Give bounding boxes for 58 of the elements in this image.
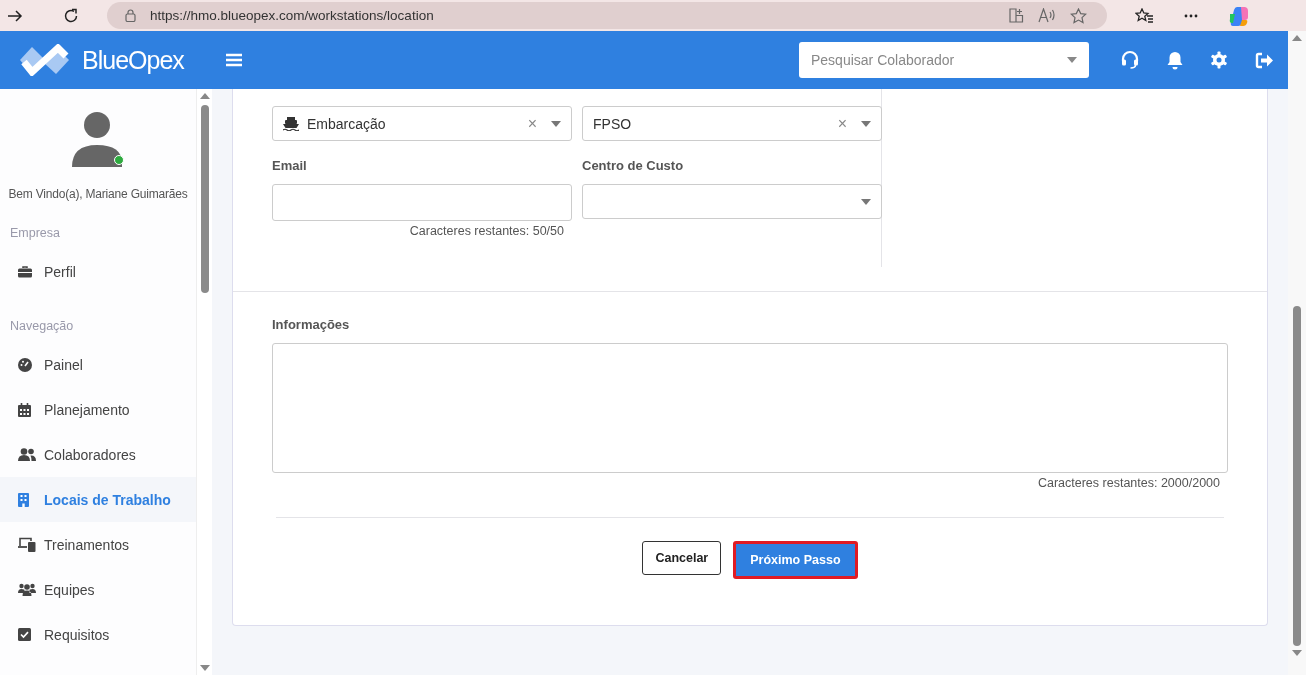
ship-icon: [283, 116, 299, 131]
check-logo-icon: [18, 44, 70, 76]
users-icon: [18, 448, 36, 461]
greeting-text: Bem Vindo(a), Mariane Guimarães: [7, 187, 189, 201]
sidebar-item[interactable]: Locais de Trabalho: [0, 477, 197, 522]
select-field[interactable]: Embarcação ×: [272, 106, 572, 141]
field-label: Email: [272, 158, 308, 173]
caret-icon: [1067, 57, 1077, 63]
read-aloud-icon[interactable]: [1038, 8, 1056, 23]
url-text: https://hmo.blueopex.com/workstations/location: [150, 8, 434, 23]
field-label: Informações: [272, 317, 351, 332]
sidebar-scrollbar[interactable]: [196, 89, 212, 675]
clear-button[interactable]: ×: [837, 114, 847, 133]
next-step-button[interactable]: Próximo Passo: [733, 541, 858, 579]
building-icon: [18, 492, 29, 507]
character-counter: Caracteres restantes: 2000/2000: [1036, 476, 1221, 490]
menu-icon[interactable]: [225, 53, 242, 67]
section-heading: Navegação: [9, 318, 75, 335]
reload-icon[interactable]: [63, 7, 79, 24]
grid-plus-icon[interactable]: [1009, 8, 1024, 23]
clear-button[interactable]: ×: [527, 114, 537, 133]
sidebar-item[interactable]: Perfil: [0, 249, 197, 294]
page-scrollbar[interactable]: [1288, 31, 1306, 675]
field-label: Centro de Custo: [582, 158, 685, 173]
favorites-icon[interactable]: [1135, 7, 1154, 24]
settings-icon[interactable]: [1210, 51, 1228, 69]
caret-icon: [861, 198, 871, 205]
headset-icon[interactable]: [1120, 50, 1140, 70]
lock-icon: [125, 9, 136, 22]
caret-icon: [551, 120, 561, 127]
caret-icon: [861, 120, 871, 127]
bell-icon[interactable]: [1167, 50, 1183, 70]
sidebar-item[interactable]: Requisitos: [0, 612, 197, 657]
brand-name: BlueOpex: [82, 45, 184, 75]
section-heading: Empresa: [9, 225, 62, 242]
checkbox-icon: [18, 628, 31, 641]
calendar-icon: [18, 402, 31, 417]
sidebar-item[interactable]: Colaboradores: [0, 432, 197, 477]
sidebar-item[interactable]: Painel: [0, 342, 197, 387]
logout-icon[interactable]: [1255, 51, 1274, 69]
search-field[interactable]: Pesquisar Colaborador: [799, 42, 1089, 78]
sidebar-item[interactable]: Planejamento: [0, 387, 197, 432]
address-bar[interactable]: https://hmo.blueopex.com/workstations/location: [107, 2, 1107, 29]
select-field[interactable]: FPSO ×: [582, 106, 882, 141]
star-icon[interactable]: [1070, 7, 1087, 24]
group-icon: [18, 583, 36, 596]
more-icon[interactable]: [1184, 13, 1198, 18]
devices-icon: [18, 537, 36, 552]
character-counter: Caracteres restantes: 50/50: [408, 224, 565, 238]
cancel-button[interactable]: Cancelar: [642, 541, 722, 575]
copilot-icon[interactable]: [1228, 4, 1250, 27]
back-icon[interactable]: [7, 8, 23, 23]
sidebar-item[interactable]: Equipes: [0, 567, 197, 612]
email-field[interactable]: [272, 184, 572, 221]
gauge-icon: [18, 357, 32, 372]
briefcase-icon: [18, 265, 32, 278]
sidebar-item[interactable]: Treinamentos: [0, 522, 197, 567]
select-field[interactable]: [582, 184, 882, 219]
